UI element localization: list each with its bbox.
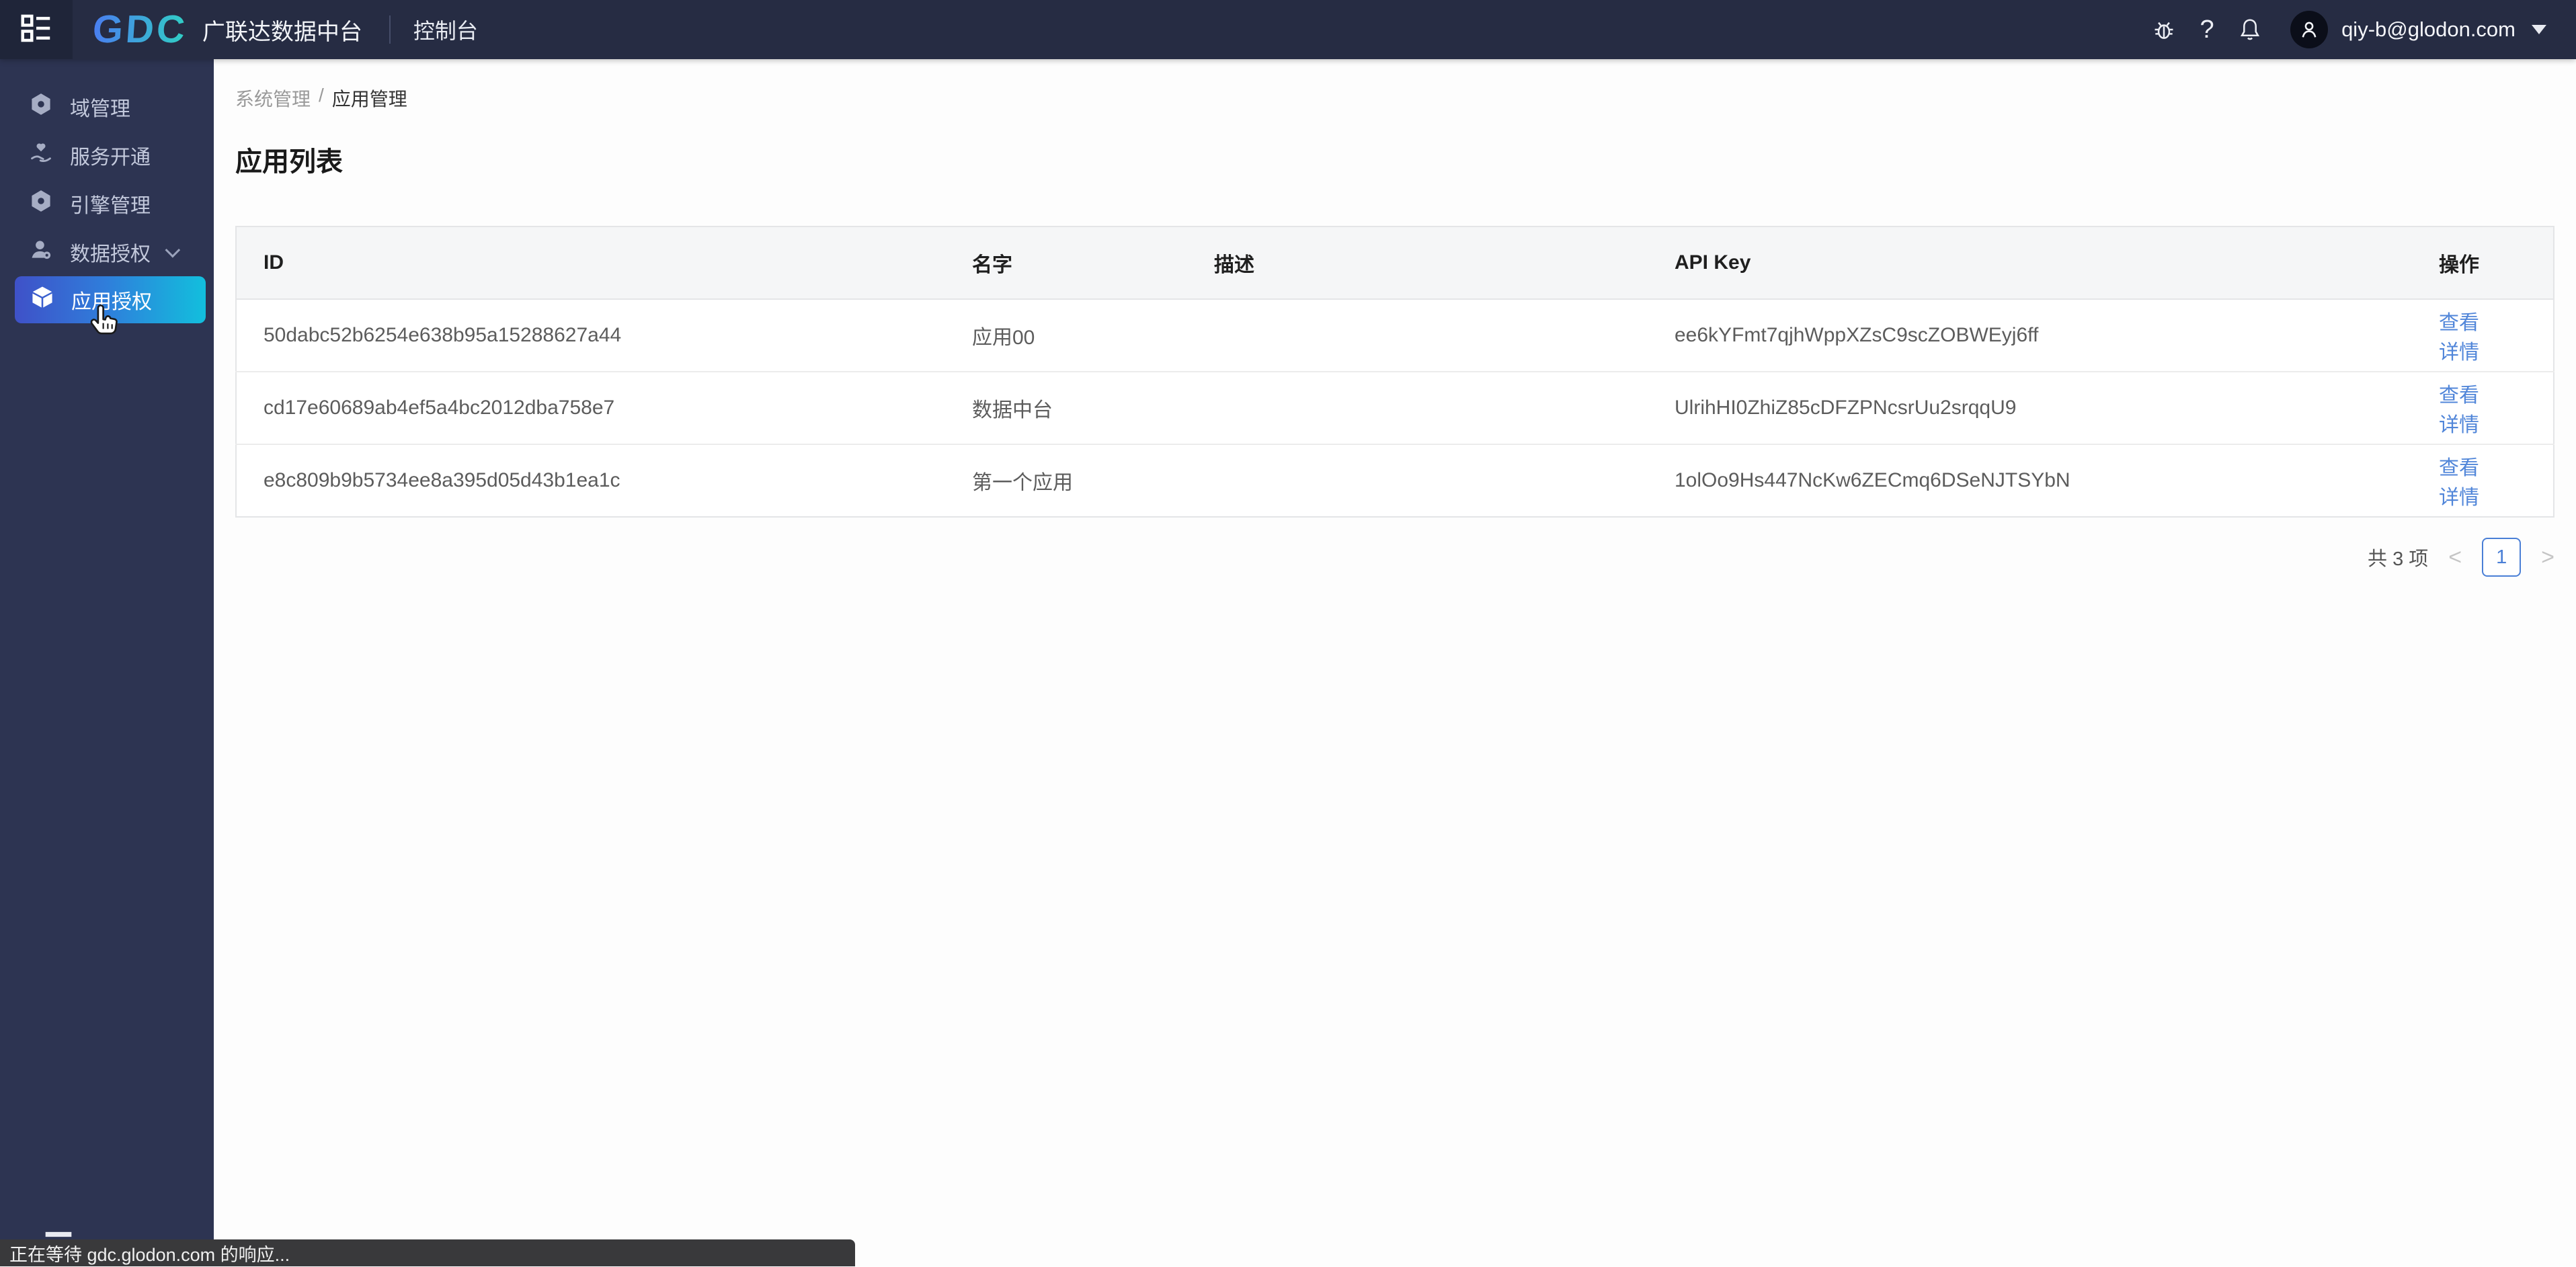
column-header-api-key: API Key xyxy=(1648,227,2421,300)
help-icon[interactable]: ? xyxy=(2193,15,2220,44)
product-title: 广联达数据中台 xyxy=(202,19,362,45)
notification-bell-icon[interactable] xyxy=(2237,16,2263,43)
pagination-page-1[interactable]: 1 xyxy=(2482,538,2522,577)
page-title: 应用列表 xyxy=(235,147,343,177)
topbar-divider xyxy=(389,15,391,44)
table-row: cd17e60689ab4ef5a4bc2012dba758e7 数据中台 Ul… xyxy=(236,372,2554,445)
sidebar-item-service-activation[interactable]: 服务开通 xyxy=(0,131,214,179)
breadcrumb-separator: / xyxy=(319,85,324,106)
hexagon-nut-icon xyxy=(28,91,54,122)
sidebar-item-label: 域管理 xyxy=(70,98,130,120)
cell-api-key: ee6kYFmt7qjhWppXZsC9scZOBWEyj6ff xyxy=(1648,299,2421,372)
sidebar-toggle-button[interactable] xyxy=(0,0,73,59)
layout-list-icon xyxy=(18,10,54,50)
sidebar: 域管理 服务开通 引擎管理 数据授权 应用授权 xyxy=(0,59,214,1266)
breadcrumb: 系统管理 / 应用管理 xyxy=(235,85,2554,112)
cell-api-key: 1olOo9Hs447NcKw6ZECmq6DSeNJTSYbN xyxy=(1648,444,2421,517)
table-row: 50dabc52b6254e638b95a15288627a44 应用00 ee… xyxy=(236,299,2554,372)
bug-report-icon[interactable] xyxy=(2150,16,2177,43)
breadcrumb-parent[interactable]: 系统管理 xyxy=(235,85,311,112)
pagination-prev-icon[interactable]: < xyxy=(2448,538,2462,577)
cell-app-description xyxy=(1187,299,1648,372)
status-text: 正在等待 gdc.glodon.com 的响应... xyxy=(9,1244,290,1265)
cell-app-description xyxy=(1187,444,1648,517)
view-details-link[interactable]: 查看详情 xyxy=(2439,457,2479,509)
console-nav-link[interactable]: 控制台 xyxy=(413,14,478,45)
topbar-right-group: ? qiy-b@glodon.com xyxy=(2134,11,2576,48)
breadcrumb-current: 应用管理 xyxy=(331,89,407,110)
cell-app-id: cd17e60689ab4ef5a4bc2012dba758e7 xyxy=(236,372,945,445)
pagination-total: 共 3 项 xyxy=(2368,548,2429,570)
cell-app-id: e8c809b9b5734ee8a395d05d43b1ea1c xyxy=(236,444,945,517)
browser-status-bar: 正在等待 gdc.glodon.com 的响应... xyxy=(0,1239,855,1266)
sidebar-item-data-authorization[interactable]: 数据授权 xyxy=(0,228,214,276)
cube-icon xyxy=(30,284,55,315)
cell-app-description xyxy=(1187,372,1648,445)
view-details-link[interactable]: 查看详情 xyxy=(2439,312,2479,364)
main-content: 系统管理 / 应用管理 应用列表 ID 名字 描述 API Key 操作 50d… xyxy=(214,59,2576,1266)
column-header-actions: 操作 xyxy=(2421,227,2554,300)
gdc-logo: GDC xyxy=(91,0,190,59)
pagination: 共 3 项 < 1 > xyxy=(235,538,2554,577)
cell-app-name: 应用00 xyxy=(945,299,1187,372)
user-gear-icon xyxy=(28,237,54,268)
column-header-id: ID xyxy=(236,227,945,300)
chevron-down-icon xyxy=(165,242,181,258)
hand-heart-icon xyxy=(28,140,54,171)
sidebar-item-engine-management[interactable]: 引擎管理 xyxy=(0,179,214,228)
chevron-down-icon[interactable] xyxy=(2532,25,2546,34)
user-avatar[interactable] xyxy=(2290,11,2329,48)
user-email[interactable]: qiy-b@glodon.com xyxy=(2341,17,2515,42)
column-header-description: 描述 xyxy=(1187,227,1648,300)
cell-app-name: 数据中台 xyxy=(945,372,1187,445)
application-table: ID 名字 描述 API Key 操作 50dabc52b6254e638b95… xyxy=(235,226,2554,518)
topbar: GDC 广联达数据中台 控制台 ? qiy-b@glodon.com xyxy=(0,0,2576,59)
app-window: GDC 广联达数据中台 控制台 ? qiy-b@glodon.com 域管理 服… xyxy=(0,0,2576,1266)
sidebar-item-app-authorization[interactable]: 应用授权 xyxy=(15,276,206,323)
sidebar-item-label: 服务开通 xyxy=(70,147,151,169)
column-header-name: 名字 xyxy=(945,227,1187,300)
cell-app-id: 50dabc52b6254e638b95a15288627a44 xyxy=(236,299,945,372)
hexagon-nut-icon xyxy=(28,188,54,219)
table-row: e8c809b9b5734ee8a395d05d43b1ea1c 第一个应用 1… xyxy=(236,444,2554,517)
sidebar-item-label: 数据授权 xyxy=(70,243,151,265)
sidebar-item-label: 应用授权 xyxy=(71,291,152,313)
view-details-link[interactable]: 查看详情 xyxy=(2439,384,2479,436)
pagination-next-icon[interactable]: > xyxy=(2541,538,2554,577)
cell-api-key: UlrihHI0ZhiZ85cDFZPNcsrUu2srqqU9 xyxy=(1648,372,2421,445)
sidebar-item-label: 引擎管理 xyxy=(70,195,151,217)
table-header-row: ID 名字 描述 API Key 操作 xyxy=(236,227,2554,300)
sidebar-nav: 域管理 服务开通 引擎管理 数据授权 应用授权 xyxy=(0,59,214,323)
cell-app-name: 第一个应用 xyxy=(945,444,1187,517)
sidebar-item-domain-management[interactable]: 域管理 xyxy=(0,83,214,131)
table-body: 50dabc52b6254e638b95a15288627a44 应用00 ee… xyxy=(236,299,2554,517)
